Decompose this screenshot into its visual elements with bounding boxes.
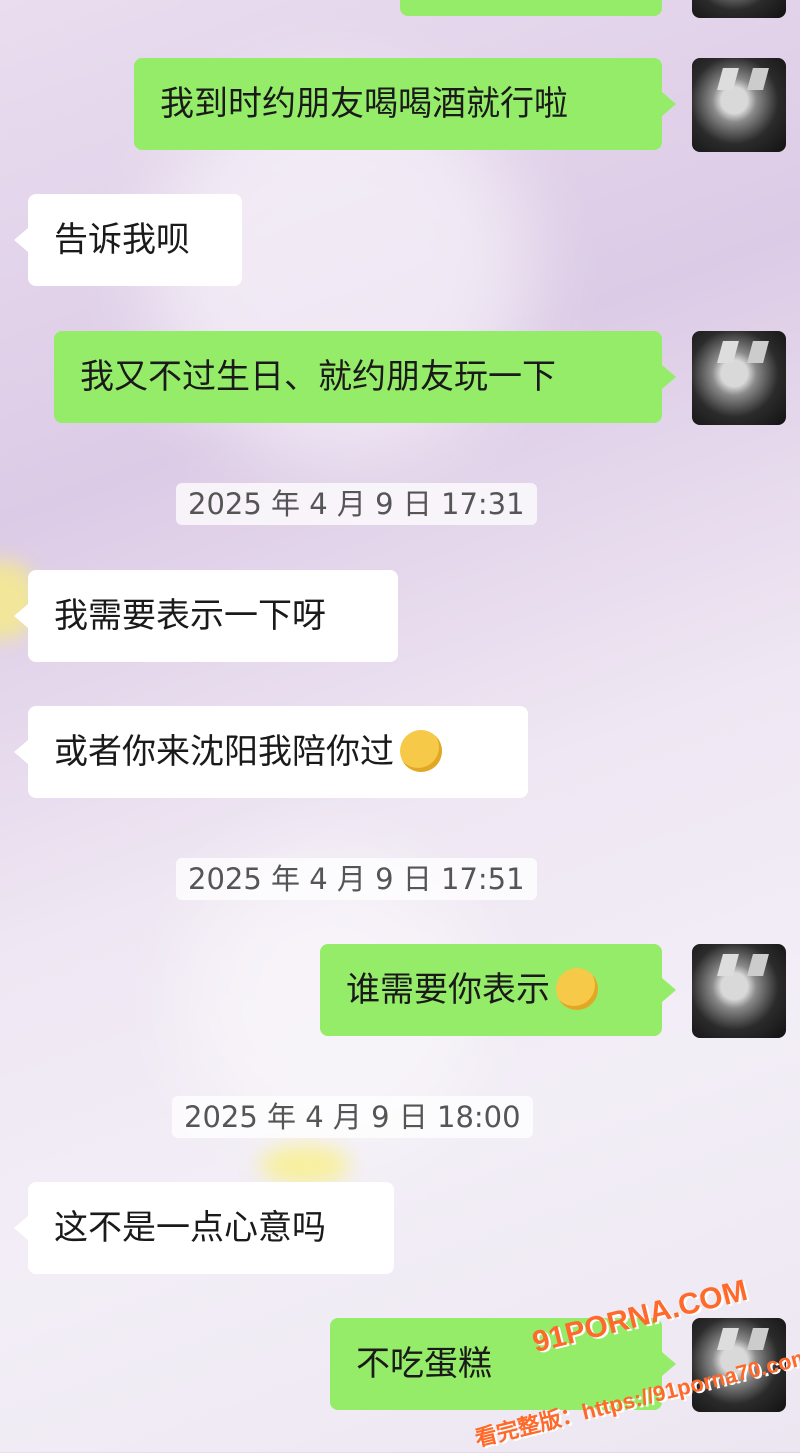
message-bubble-sent[interactable]: 我又不过生日、就约朋友玩一下: [54, 331, 676, 423]
timestamp: 2025 年 4 月 9 日 18:00: [172, 1096, 533, 1138]
hand-over-mouth-emoji: [556, 967, 598, 1010]
bg-glow: [260, 1145, 350, 1185]
message-text: 我需要表示一下呀: [54, 596, 326, 636]
avatar[interactable]: [692, 58, 786, 152]
message-bubble-sent[interactable]: 我到时约朋友喝喝酒就行啦: [134, 58, 676, 150]
message-text: 或者你来沈阳我陪你过: [54, 732, 394, 772]
avatar[interactable]: [692, 944, 786, 1038]
message-text: 谁需要你表示: [346, 970, 550, 1010]
message-text: 不吃蛋糕: [356, 1344, 492, 1384]
message-bubble-received[interactable]: 我需要表示一下呀: [14, 570, 398, 662]
message-bubble-sent[interactable]: 谁需要你表示: [320, 944, 676, 1036]
timestamp: 2025 年 4 月 9 日 17:51: [176, 858, 537, 900]
message-text: 我到时约朋友喝喝酒就行啦: [160, 84, 568, 124]
timestamp: 2025 年 4 月 9 日 17:31: [176, 483, 537, 525]
message-text: 我又不过生日、就约朋友玩一下: [80, 357, 556, 397]
message-bubble-received[interactable]: 或者你来沈阳我陪你过: [14, 706, 528, 798]
message-bubble-partial[interactable]: [400, 0, 662, 16]
avatar[interactable]: [692, 0, 786, 18]
avatar[interactable]: [692, 331, 786, 425]
winking-tongue-emoji: [400, 729, 442, 772]
message-text: 告诉我呗: [54, 220, 190, 260]
message-text: 这不是一点心意吗: [54, 1208, 326, 1248]
message-bubble-received[interactable]: 告诉我呗: [14, 194, 242, 286]
message-bubble-received[interactable]: 这不是一点心意吗: [14, 1182, 394, 1274]
